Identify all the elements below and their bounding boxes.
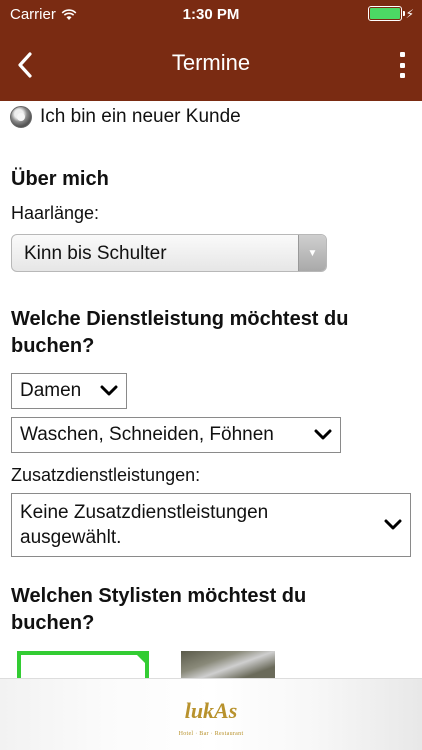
service-heading-line1: Welche Dienstleistung möchtest du bbox=[11, 308, 349, 330]
service-heading-line2: buchen? bbox=[11, 335, 95, 357]
chevron-down-icon bbox=[384, 519, 402, 530]
extras-label: Zusatzdienstleistungen: bbox=[11, 465, 201, 485]
service-value: Waschen, Schneiden, Föhnen bbox=[20, 424, 274, 445]
stylist-heading: Welchen Stylisten möchtest du buchen? bbox=[11, 583, 306, 637]
more-menu-button[interactable] bbox=[394, 48, 410, 82]
hair-length-value: Kinn bis Schulter bbox=[24, 243, 167, 264]
dropdown-arrow-icon: ▼ bbox=[298, 235, 326, 271]
chevron-down-icon bbox=[314, 429, 332, 440]
about-heading: Über mich bbox=[11, 168, 109, 190]
extras-value-line2: ausgewählt. bbox=[20, 527, 122, 548]
service-select[interactable]: Waschen, Schneiden, Föhnen bbox=[11, 417, 341, 453]
battery-icon bbox=[367, 6, 405, 21]
logo-name: lukAs bbox=[184, 698, 238, 723]
extras-select[interactable]: Keine Zusatzdienstleistungen ausgewählt. bbox=[11, 493, 411, 557]
status-time: 1:30 PM bbox=[182, 6, 240, 23]
top-bar: Carrier 1:30 PM ⚡ Termine bbox=[0, 0, 422, 101]
page-title: Termine bbox=[171, 50, 251, 75]
chevron-down-icon bbox=[100, 385, 118, 396]
brand-logo: lukAs Hotel · Bar · Restaurant bbox=[178, 685, 244, 745]
radio-button[interactable] bbox=[10, 106, 32, 128]
stylist-heading-line2: buchen? bbox=[11, 612, 95, 634]
category-select[interactable]: Damen bbox=[11, 373, 127, 409]
service-heading: Welche Dienstleistung möchtest du buchen… bbox=[11, 306, 348, 360]
new-customer-option[interactable]: Ich bin ein neuer Kunde bbox=[10, 106, 241, 128]
extras-value-line1: Keine Zusatzdienstleistungen bbox=[20, 502, 269, 523]
status-bar: Carrier 1:30 PM ⚡ bbox=[0, 0, 422, 30]
category-value: Damen bbox=[20, 380, 82, 401]
stylist-card-selected[interactable] bbox=[17, 651, 149, 678]
more-dots-icon bbox=[399, 52, 405, 57]
hair-length-select[interactable]: Kinn bis Schulter ▼ bbox=[11, 234, 327, 272]
booking-form: Ich bin ein neuer Kunde Über mich Haarlä… bbox=[0, 101, 422, 678]
footer-banner: lukAs Hotel · Bar · Restaurant bbox=[0, 678, 422, 750]
hair-length-label: Haarlänge: bbox=[11, 203, 100, 223]
charging-icon: ⚡ bbox=[405, 6, 414, 21]
navigation-bar: Termine bbox=[0, 30, 422, 101]
logo-subtitle: Hotel · Bar · Restaurant bbox=[178, 731, 244, 737]
stylist-card-photo[interactable] bbox=[181, 651, 275, 678]
new-customer-label: Ich bin ein neuer Kunde bbox=[40, 106, 241, 127]
stylist-heading-line1: Welchen Stylisten möchtest du bbox=[11, 585, 307, 607]
